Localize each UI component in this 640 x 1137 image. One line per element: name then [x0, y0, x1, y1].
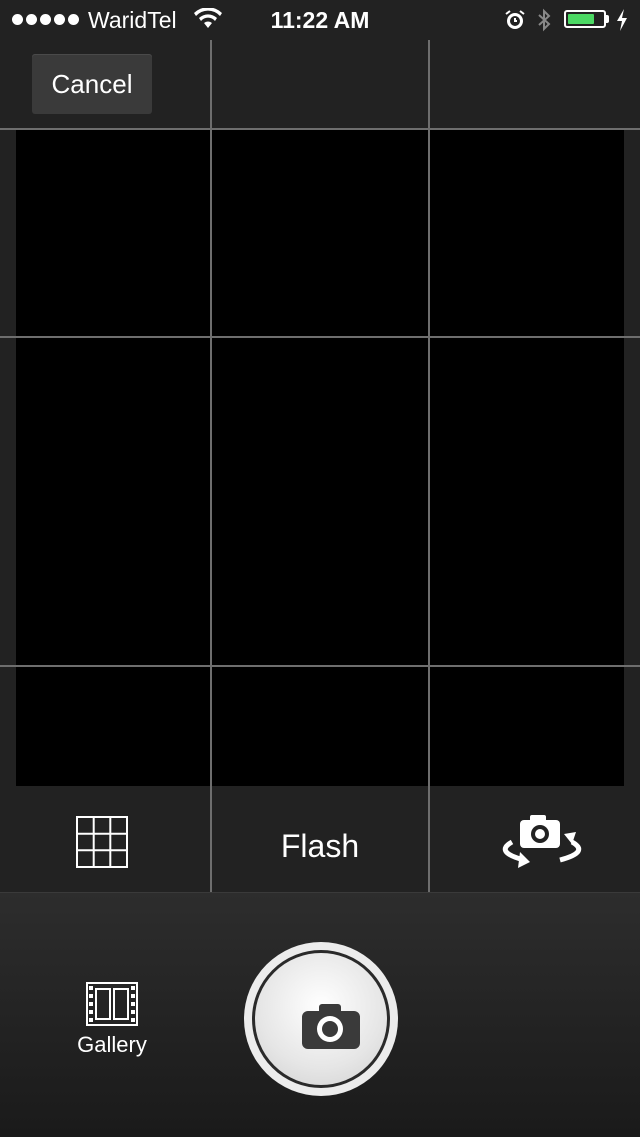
flash-button[interactable]: Flash	[212, 818, 428, 874]
cancel-button[interactable]: Cancel	[32, 54, 152, 114]
status-bar: WaridTel 11:22 AM	[0, 0, 640, 40]
film-strip-icon	[86, 982, 138, 1026]
alarm-icon	[505, 10, 525, 29]
grid-line	[0, 665, 640, 667]
bluetooth-icon	[538, 8, 551, 32]
grid-line	[428, 40, 430, 892]
charging-icon	[617, 9, 627, 31]
grid-line	[0, 336, 640, 338]
camera-viewfinder[interactable]	[16, 128, 624, 786]
switch-camera-icon[interactable]	[490, 812, 594, 872]
gallery-button[interactable]: Gallery	[66, 982, 158, 1066]
grid-icon[interactable]	[76, 816, 128, 868]
battery-icon	[564, 10, 606, 28]
grid-line	[0, 128, 640, 130]
gallery-label: Gallery	[77, 1032, 147, 1057]
grid-line	[210, 40, 212, 892]
camera-icon	[302, 1004, 360, 1049]
shutter-button[interactable]	[244, 942, 398, 1096]
